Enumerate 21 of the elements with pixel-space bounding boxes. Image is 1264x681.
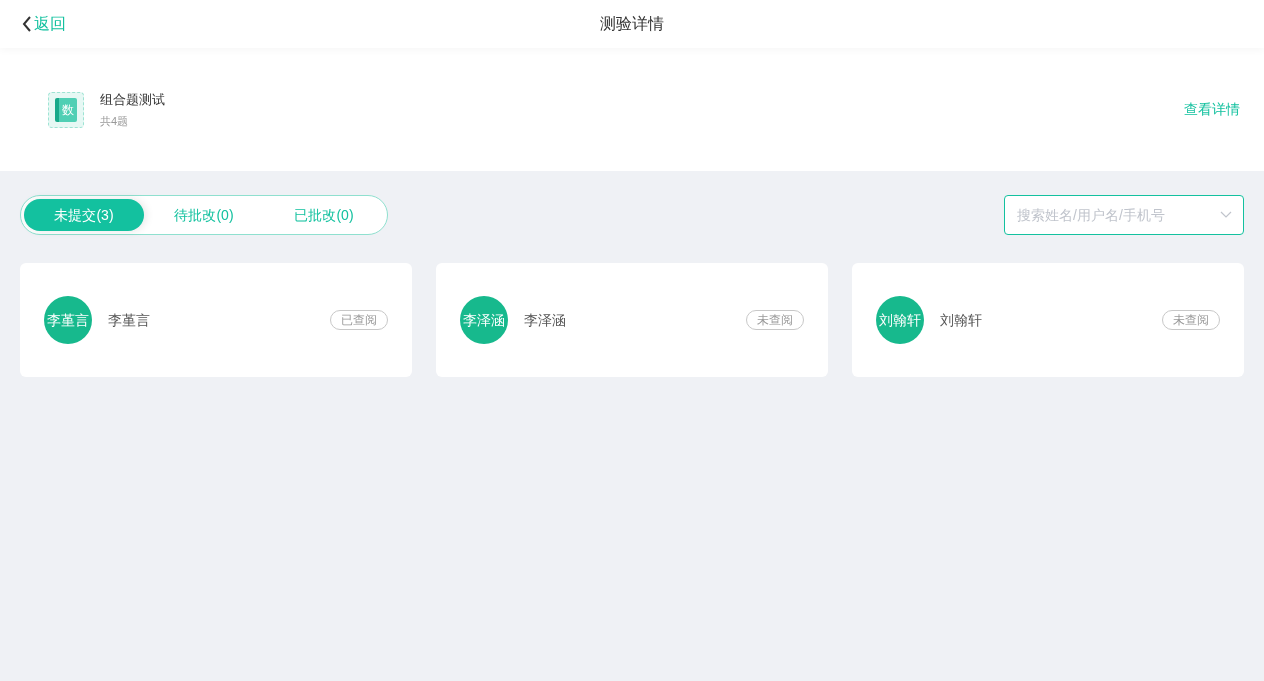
- filter-tab[interactable]: 未提交(3): [24, 199, 144, 231]
- avatar: 李堇言: [44, 296, 92, 344]
- filter-tab[interactable]: 已批改(0): [264, 199, 384, 231]
- avatar: 刘翰轩: [876, 296, 924, 344]
- search-field[interactable]: 搜索姓名/用户名/手机号: [1004, 195, 1244, 235]
- chevron-down-icon: [1220, 211, 1232, 219]
- page-title: 测验详情: [600, 14, 664, 34]
- back-link[interactable]: 返回: [22, 12, 66, 36]
- student-card[interactable]: 刘翰轩 刘翰轩 未查阅: [852, 263, 1244, 377]
- avatar: 李泽涵: [460, 296, 508, 344]
- question-count: 共4题: [100, 113, 130, 129]
- filter-tab[interactable]: 待批改(0): [144, 199, 264, 231]
- student-card[interactable]: 李堇言 李堇言 已查阅: [20, 263, 412, 377]
- student-name: 李堇言: [108, 310, 150, 330]
- book-icon: 数: [48, 91, 84, 128]
- student-name: 刘翰轩: [940, 310, 982, 330]
- back-icon: [22, 16, 32, 32]
- quiz-title: 组合题测试: [100, 91, 165, 109]
- view-details-link[interactable]: 查看详情: [1184, 99, 1240, 120]
- student-card[interactable]: 李泽涵 李泽涵 未查阅: [436, 263, 828, 377]
- student-name: 李泽涵: [524, 310, 566, 330]
